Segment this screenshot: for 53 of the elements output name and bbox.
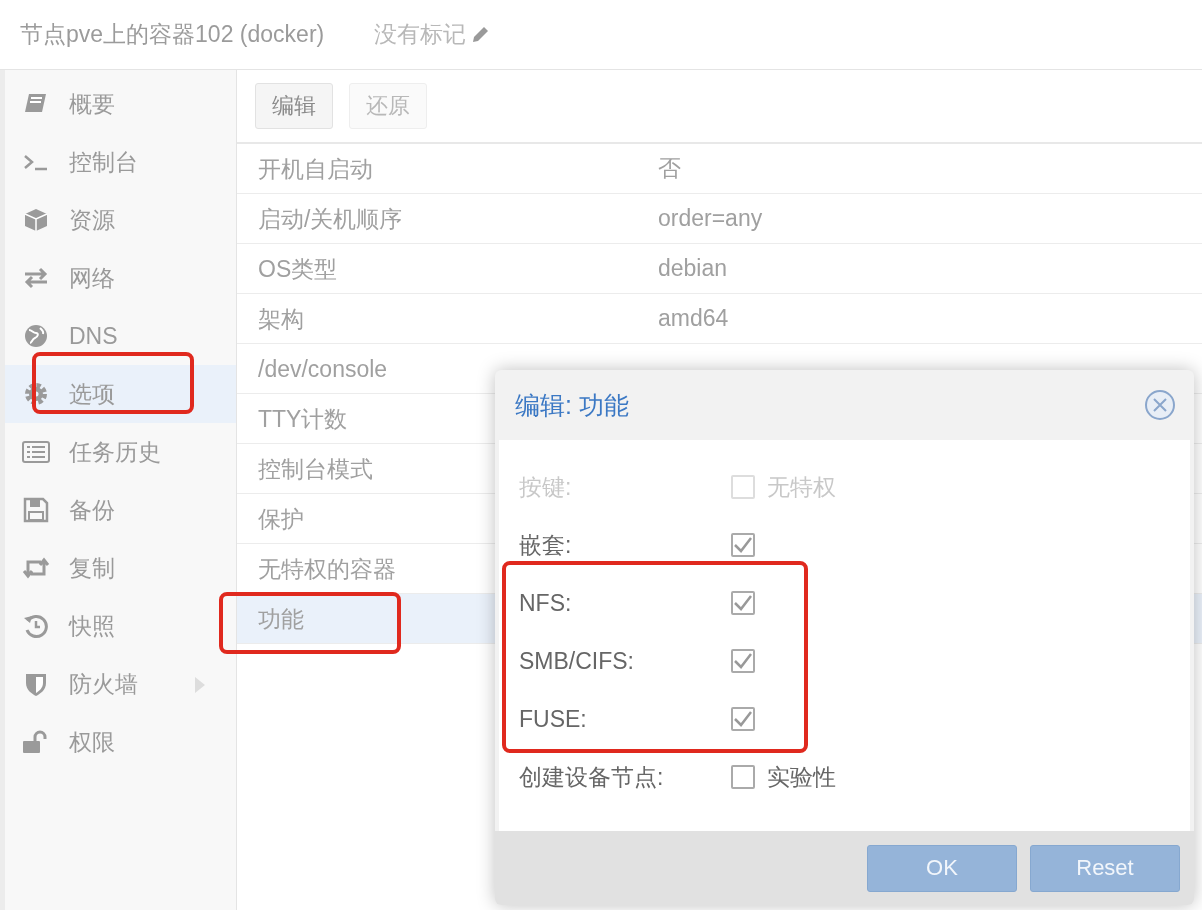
- toolbar-button[interactable]: 编辑: [255, 83, 333, 129]
- sidebar-item[interactable]: 控制台: [5, 133, 236, 191]
- checkbox[interactable]: [731, 649, 755, 673]
- sidebar-item[interactable]: DNS: [5, 307, 236, 365]
- property-value: 否: [658, 154, 681, 183]
- history-icon: [23, 613, 49, 639]
- property-value: amd64: [658, 305, 729, 332]
- sidebar-item[interactable]: 快照: [5, 597, 236, 655]
- floppy-icon: [23, 497, 49, 523]
- property-name[interactable]: 功能: [254, 598, 308, 639]
- property-name[interactable]: 架构: [254, 298, 308, 339]
- panel-title: 节点pve上的容器102 (docker): [20, 20, 325, 49]
- sidebar-item[interactable]: 概要: [5, 75, 236, 133]
- close-icon[interactable]: [1144, 389, 1176, 421]
- property-value: order=any: [658, 205, 763, 232]
- checkbox-label: 实验性: [767, 762, 836, 792]
- field-label: FUSE:: [519, 705, 587, 732]
- sidebar-item[interactable]: 资源: [5, 191, 236, 249]
- checkbox[interactable]: [731, 765, 755, 789]
- property-name[interactable]: 开机自启动: [254, 148, 377, 189]
- field-label: SMB/CIFS:: [519, 647, 634, 674]
- property-name[interactable]: 保护: [254, 498, 308, 539]
- field-label: NFS:: [519, 589, 572, 616]
- property-name[interactable]: TTY计数: [254, 398, 352, 439]
- property-name[interactable]: OS类型: [254, 248, 342, 289]
- pencil-icon: [470, 24, 491, 45]
- property-name[interactable]: 无特权的容器: [254, 548, 400, 589]
- repeat-icon: [22, 557, 50, 579]
- sidebar-item[interactable]: 网络: [5, 249, 236, 307]
- checkbox[interactable]: [731, 591, 755, 615]
- tags-link[interactable]: 没有标记: [374, 19, 491, 50]
- globe-icon: [23, 323, 49, 349]
- checkbox[interactable]: [731, 533, 755, 557]
- property-value: debian: [658, 255, 728, 282]
- shield-icon: [24, 671, 48, 697]
- sidebar-item[interactable]: 任务历史: [5, 423, 236, 481]
- gear-icon: [23, 381, 49, 407]
- sidebar-item[interactable]: 权限: [5, 713, 236, 771]
- arrows-icon: [23, 266, 49, 290]
- sidebar-item[interactable]: 复制: [5, 539, 236, 597]
- field-label: 嵌套:: [519, 531, 572, 558]
- sidebar-item[interactable]: 备份: [5, 481, 236, 539]
- checkbox[interactable]: [731, 707, 755, 731]
- sidebar-item[interactable]: 防火墙: [5, 655, 236, 713]
- property-name[interactable]: 启动/关机顺序: [254, 198, 407, 239]
- dialog-title: 编辑: 功能: [515, 389, 629, 421]
- sidebar-item[interactable]: 选项: [5, 365, 236, 423]
- field-label: 创建设备节点:: [519, 763, 664, 790]
- property-name[interactable]: /dev/console: [254, 348, 392, 389]
- list-icon: [22, 441, 50, 463]
- cube-icon: [23, 207, 49, 233]
- property-name[interactable]: 控制台模式: [254, 448, 377, 489]
- unlock-icon: [22, 730, 50, 754]
